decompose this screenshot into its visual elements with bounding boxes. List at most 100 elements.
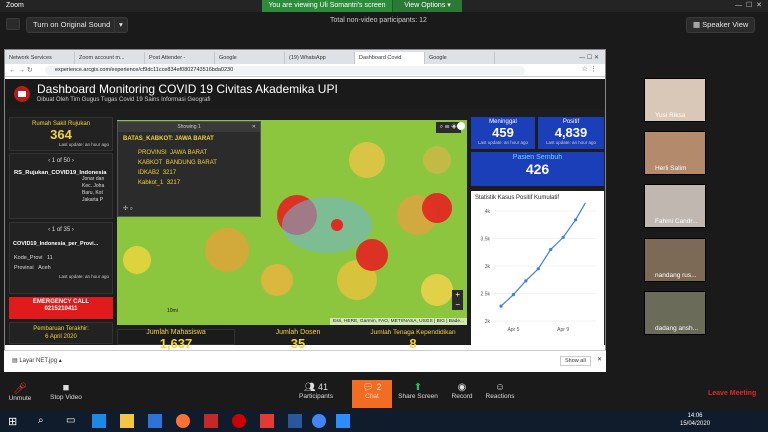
tendik-block: Jumlah Tenaga Kependidikan 8 [357, 329, 469, 351]
upi-logo-icon [14, 86, 30, 102]
browser-window-controls[interactable]: — ☐ ✕ [573, 54, 605, 64]
original-sound-button[interactable]: Turn on Original Sound [26, 17, 118, 33]
participants-button[interactable]: 👥︎ 41 Participants [296, 382, 336, 400]
chevron-down-icon[interactable]: ▾ [114, 17, 128, 33]
popup-value: 3217 [166, 180, 181, 186]
data-point [549, 247, 553, 252]
update-text: Last update: an hour ago [477, 140, 529, 145]
zoom-toolbar: Turn on Original Sound ▾ Total non-video… [0, 13, 768, 35]
data-point [536, 267, 540, 271]
zoom-icon[interactable] [336, 414, 350, 428]
store-icon[interactable] [148, 414, 162, 428]
y-tick-label: 2.5k [481, 292, 491, 298]
unmute-button[interactable]: 🎤︎ Unmute [0, 382, 40, 402]
participant-tile[interactable]: dadang ansh... [644, 291, 706, 335]
tab-google[interactable]: Google [215, 52, 285, 64]
map-view[interactable]: Showing 1 ✕ BATAS_KABKOT: JAWA BARAT PRO… [117, 120, 467, 325]
tab-whatsapp[interactable]: (19) WhatsApp [285, 52, 355, 64]
participant-tile[interactable]: Yusi Riksa [644, 78, 706, 122]
zoom-controls[interactable]: + − [452, 290, 463, 310]
show-all-button[interactable]: Show all [560, 356, 591, 366]
close-icon[interactable]: ✕ [252, 124, 256, 130]
sembuh-value: 426 [525, 161, 550, 177]
prov-list: ‹ 1 of 35 › COVID19_Indonesia_per_Provi.… [9, 222, 113, 294]
task-view-icon[interactable]: ▭ [66, 415, 75, 426]
sembuh-label: Pasien Sembuh [512, 154, 563, 161]
emergency-card: EMERGENCY CALL 0215210411 [9, 297, 113, 319]
tab-strip: Network Services Zoom account m... Post … [5, 50, 605, 64]
popup-key: PROVINSI [138, 150, 167, 156]
menu-icon[interactable]: ☆ ⋮ [582, 65, 597, 73]
popup-value: JAWA BARAT [170, 150, 208, 156]
view-options-button[interactable]: View Options ▾ [392, 0, 462, 12]
positif-card: Positif 4,839 Last update: an hour ago [538, 117, 604, 149]
stop-video-button[interactable]: ■ Stop Video [46, 382, 86, 401]
rs-line: Jonar dan [82, 176, 105, 182]
tendik-value: 8 [409, 336, 417, 351]
opera-icon[interactable] [232, 414, 246, 428]
sembuh-card: Pasien Sembuh 426 [471, 152, 604, 186]
dosen-label: Jumlah Dosen [275, 329, 321, 336]
leave-meeting-button[interactable]: Leave Meeting [708, 390, 756, 397]
update-text: Last update: an hour ago [545, 140, 597, 145]
line-chart: 2k 2.5k 3k 3.5k 4k Apr 5 Apr 9 [481, 203, 596, 333]
tab-network[interactable]: Network Services [5, 52, 75, 64]
rs-line: Jakarta P [82, 197, 104, 203]
x-tick-label: Apr 5 [507, 327, 519, 333]
participant-tile[interactable]: nandang rus... [644, 238, 706, 282]
rs-pager[interactable]: ‹ 1 of 50 › [10, 158, 112, 164]
chat-button[interactable]: 💬︎ 2 Chat [352, 380, 392, 408]
url-input[interactable]: experience.arcgis.com/experience/cf9dc11… [45, 66, 525, 75]
start-icon[interactable]: ⊞ [8, 415, 17, 428]
meninggal-value: 459 [492, 125, 514, 140]
acrobat-icon[interactable] [260, 414, 274, 428]
prov-kode-label: Kode_Provi [14, 255, 43, 261]
prov-name-value: Aceh [38, 265, 51, 271]
edge-icon[interactable] [92, 414, 106, 428]
popup-header: Showing 1 ✕ [118, 122, 260, 132]
tab-post[interactable]: Post Attender - [145, 52, 215, 64]
tab-dashboard[interactable]: Dashboard Covid [355, 52, 425, 64]
y-tick-label: 4k [485, 209, 491, 215]
tab-google-2[interactable]: Google [425, 52, 495, 64]
firefox-icon[interactable] [176, 414, 190, 428]
map-attribution: Esri, HERE, Garmin, FAO, METI/NASA, USGS… [330, 318, 467, 325]
popup-key: Kabkot_1 [138, 180, 164, 186]
prov-pager[interactable]: ‹ 1 of 35 › [10, 227, 112, 233]
app-icon[interactable] [204, 414, 218, 428]
zoom-bottom-toolbar: 🎤︎ Unmute ■ Stop Video 👥︎ 41 Participants 💬… [0, 378, 768, 410]
shield-icon[interactable] [6, 18, 20, 30]
share-screen-button[interactable]: ⬆ Share Screen [398, 382, 438, 400]
nav-arrows-icon[interactable]: ← → ↻ [9, 66, 33, 74]
total-participants: Total non-video participants: 12 [330, 17, 427, 24]
search-icon[interactable]: ⌕ [38, 415, 44, 426]
participant-tile[interactable]: Herli Salim [644, 131, 706, 175]
explorer-icon[interactable] [120, 414, 134, 428]
address-bar: ← → ↻ experience.arcgis.com/experience/c… [5, 64, 605, 77]
mahasiswa-label: Jumlah Mahasiswa [146, 329, 206, 336]
popup-zoom-icon[interactable]: ✣ ⌕ [123, 205, 133, 213]
record-button[interactable]: ◉ Record [442, 382, 482, 400]
window-controls[interactable]: — ☐ ✕ [735, 1, 762, 9]
pembaruan-date: 6 April 2020 [45, 334, 77, 340]
close-icon[interactable]: ✕ [597, 356, 602, 363]
popup-value: BANDUNG BARAT [165, 160, 217, 166]
tab-zoom[interactable]: Zoom account m... [75, 52, 145, 64]
home-icon[interactable] [457, 122, 465, 130]
participant-tile[interactable]: Fahmi Candr... [644, 184, 706, 228]
rs-line: Baru, Kot [82, 190, 103, 196]
prov-list-title: COVID19_Indonesia_per_Provi... [13, 241, 99, 247]
dashboard-header: Dashboard Monitoring COVID 19 Civitas Ak… [5, 79, 605, 109]
update-text: Last update: an hour ago [58, 274, 109, 279]
y-tick-label: 3.5k [481, 237, 491, 243]
chrome-icon[interactable] [312, 414, 326, 428]
pembaruan-card: Pembaruan Terakhir: 6 April 2020 [9, 322, 113, 344]
data-point [573, 218, 578, 222]
windows-taskbar: ⊞ ⌕ ▭ 14:06 15/04/2020 [0, 410, 768, 432]
download-file[interactable]: ▤ Layar NET.jpg ▴ [12, 357, 62, 364]
word-icon[interactable] [288, 414, 302, 428]
reactions-button[interactable]: ☺ Reactions [480, 382, 520, 400]
speaker-view-button[interactable]: ▦ Speaker View [686, 17, 756, 33]
data-point [511, 293, 516, 297]
clock[interactable]: 14:06 15/04/2020 [680, 412, 710, 428]
